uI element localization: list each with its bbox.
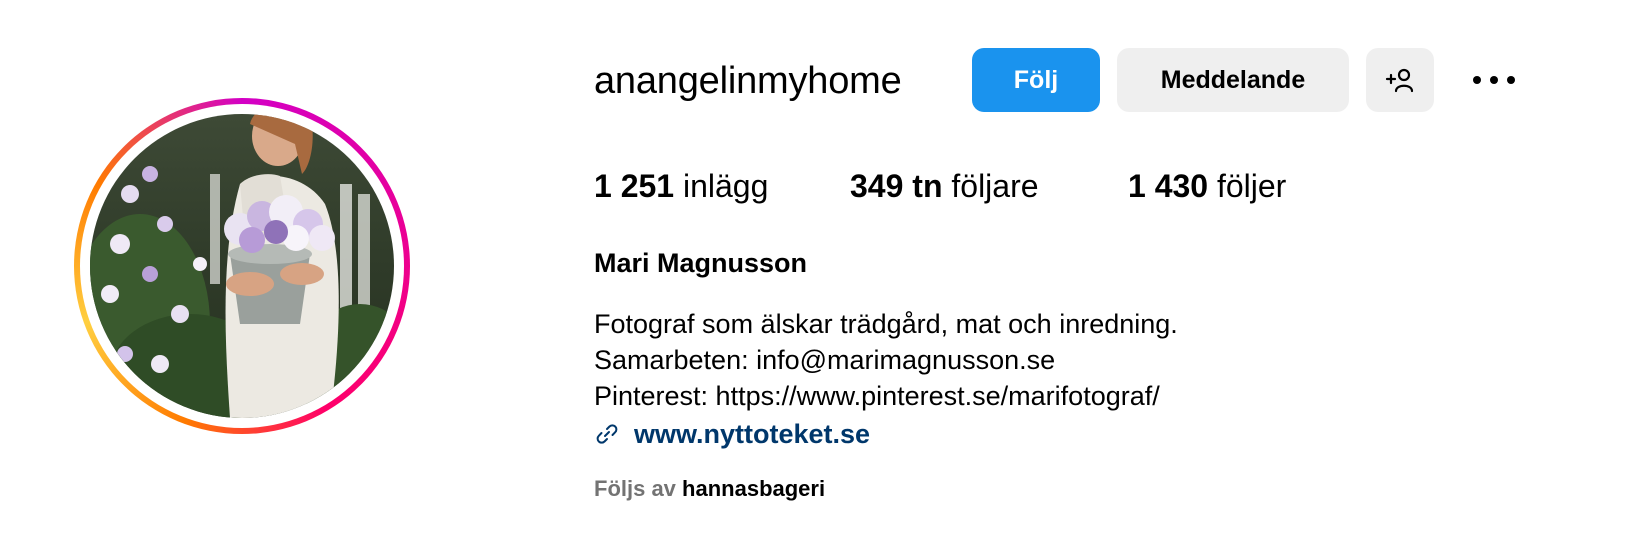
followers-label: följare <box>951 168 1039 204</box>
posts-count: 1 251 <box>594 168 675 204</box>
ellipsis-icon <box>1473 76 1515 84</box>
posts-label: inlägg <box>682 168 769 204</box>
bio-line: Fotograf som älskar trädgård, mat och in… <box>594 309 1178 339</box>
following-count: 1 430 <box>1128 168 1209 204</box>
username: anangelinmyhome <box>594 60 902 102</box>
bio-line: Samarbeten: info@marimagnusson.se <box>594 345 1056 375</box>
followed-by-user[interactable]: hannasbageri <box>682 476 825 501</box>
avatar[interactable] <box>90 114 394 418</box>
add-user-button[interactable] <box>1366 48 1434 112</box>
follow-button[interactable]: Följ <box>972 48 1100 112</box>
link-icon <box>596 424 618 444</box>
message-button[interactable]: Meddelande <box>1117 48 1349 112</box>
followed-by: Följs av hannasbageri <box>594 474 825 504</box>
bio-line: Pinterest: https://www.pinterest.se/mari… <box>594 381 1160 411</box>
profile-photo <box>90 114 394 418</box>
following-label: följer <box>1216 168 1287 204</box>
website-link-row: www.nyttoteket.se <box>594 416 870 452</box>
story-ring[interactable] <box>74 98 410 434</box>
more-options-button[interactable] <box>1466 62 1522 98</box>
bio: Fotograf som älskar trädgård, mat och in… <box>594 306 1178 414</box>
full-name: Mari Magnusson <box>594 248 808 278</box>
followers-stat[interactable]: 349 tn följare <box>850 166 1039 206</box>
person-plus-icon <box>1385 68 1414 93</box>
website-link[interactable]: www.nyttoteket.se <box>634 419 870 450</box>
followers-count: 349 tn <box>850 168 943 204</box>
posts-stat: 1 251 inlägg <box>594 166 768 206</box>
followed-by-prefix: Följs av <box>594 476 676 501</box>
following-stat[interactable]: 1 430 följer <box>1128 166 1286 206</box>
